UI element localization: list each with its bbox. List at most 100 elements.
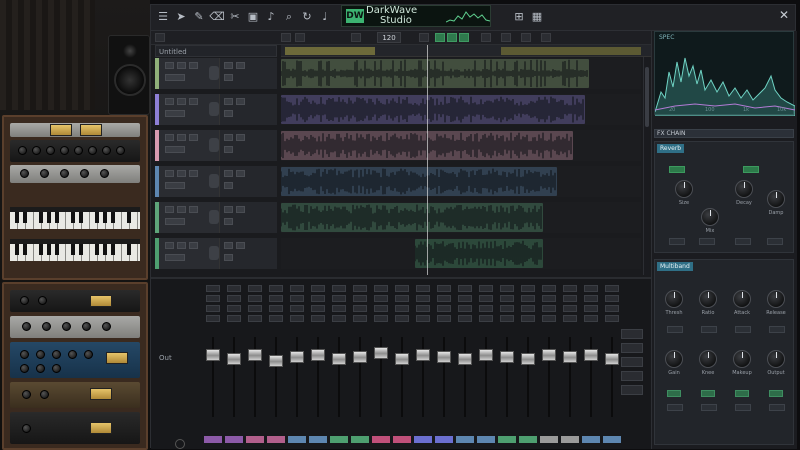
track-control-button[interactable] <box>224 254 233 261</box>
loop-region[interactable] <box>285 47 375 55</box>
mixer-insert-slot[interactable] <box>437 305 451 312</box>
mixer-insert-slot[interactable] <box>332 315 346 322</box>
eraser-icon[interactable]: ⌫ <box>209 9 225 25</box>
fx-button[interactable] <box>735 326 751 333</box>
mixer-insert-slot[interactable] <box>332 295 346 302</box>
mixer-side-button[interactable] <box>621 329 643 339</box>
fx-chain-header[interactable]: FX CHAIN <box>654 129 794 138</box>
mb-release-knob[interactable] <box>767 290 785 308</box>
mixer-insert-slot[interactable] <box>227 315 241 322</box>
mixer-insert-slot[interactable] <box>269 295 283 302</box>
fx-reverb-title[interactable]: Reverb <box>657 144 685 153</box>
channel-color-tab[interactable] <box>414 436 432 443</box>
channel-color-tab[interactable] <box>561 436 579 443</box>
channel-fader[interactable] <box>542 349 556 361</box>
fx-button[interactable] <box>769 404 785 411</box>
mixer-insert-slot[interactable] <box>437 295 451 302</box>
channel-fader[interactable] <box>416 349 430 361</box>
track-control-button[interactable] <box>224 146 233 153</box>
mixer-insert-slot[interactable] <box>437 285 451 292</box>
mixer-insert-slot[interactable] <box>353 285 367 292</box>
mixer-insert-slot[interactable] <box>605 315 619 322</box>
mixer-insert-slot[interactable] <box>248 305 262 312</box>
channel-color-tab[interactable] <box>540 436 558 443</box>
reverb-mix-knob[interactable] <box>701 208 719 226</box>
mixer-insert-slot[interactable] <box>605 295 619 302</box>
track-control-button[interactable] <box>224 74 233 81</box>
mixer-insert-slot[interactable] <box>542 305 556 312</box>
track-pan-knob[interactable] <box>209 138 219 152</box>
channel-color-tab[interactable] <box>351 436 369 443</box>
loop-icon[interactable]: ↻ <box>299 9 315 25</box>
channel-fader[interactable] <box>353 351 367 363</box>
fx-button[interactable] <box>769 326 785 333</box>
track-control-button[interactable] <box>165 110 185 117</box>
mixer-insert-slot[interactable] <box>248 315 262 322</box>
mixer-insert-slot[interactable] <box>542 315 556 322</box>
arrow-icon[interactable]: ➤ <box>173 9 189 25</box>
fx-green-button[interactable] <box>701 390 715 397</box>
channel-color-tab[interactable] <box>246 436 264 443</box>
track-lane[interactable] <box>281 94 641 125</box>
track-pan-knob[interactable] <box>209 102 219 116</box>
mixer-insert-slot[interactable] <box>563 305 577 312</box>
channel-color-tab[interactable] <box>225 436 243 443</box>
channel-color-tab[interactable] <box>498 436 516 443</box>
track-control-button[interactable] <box>224 62 233 69</box>
fx-toggle[interactable] <box>669 166 685 173</box>
track-control-button[interactable] <box>177 62 186 69</box>
mixer-insert-slot[interactable] <box>479 315 493 322</box>
track-control-button[interactable] <box>189 170 198 177</box>
mixer-insert-slot[interactable] <box>521 285 535 292</box>
audio-clip[interactable] <box>415 239 543 268</box>
sub-button[interactable] <box>541 33 551 42</box>
mixer-insert-slot[interactable] <box>521 305 535 312</box>
fx-button[interactable] <box>667 404 683 411</box>
channel-color-tab[interactable] <box>204 436 222 443</box>
fx-button[interactable] <box>701 326 717 333</box>
mb-output-knob[interactable] <box>767 350 785 368</box>
track-header-ext[interactable] <box>219 130 277 161</box>
mixer-side-button[interactable] <box>621 343 643 353</box>
master-knob[interactable] <box>175 439 185 449</box>
sub-button[interactable] <box>481 33 491 42</box>
channel-fader[interactable] <box>437 351 451 363</box>
track-control-button[interactable] <box>236 170 245 177</box>
mixer-insert-slot[interactable] <box>416 285 430 292</box>
mute-tool-icon[interactable]: ♪ <box>263 9 279 25</box>
close-icon[interactable]: ✕ <box>779 8 789 22</box>
track-control-button[interactable] <box>224 182 233 189</box>
track-pan-knob[interactable] <box>209 246 219 260</box>
mb-thresh-knob[interactable] <box>665 290 683 308</box>
mixer-insert-slot[interactable] <box>563 315 577 322</box>
play-button[interactable] <box>447 33 457 42</box>
mixer-side-button[interactable] <box>621 371 643 381</box>
mb-ratio-knob[interactable] <box>699 290 717 308</box>
mixer-insert-slot[interactable] <box>563 295 577 302</box>
track-control-button[interactable] <box>236 134 245 141</box>
channel-fader[interactable] <box>605 353 619 365</box>
loop-button[interactable] <box>459 33 469 42</box>
mixer-insert-slot[interactable] <box>206 295 220 302</box>
fx-green-button[interactable] <box>667 390 681 397</box>
track-header[interactable] <box>155 238 219 269</box>
audio-clip[interactable] <box>281 95 585 124</box>
mixer-side-button[interactable] <box>621 385 643 395</box>
mixer-insert-slot[interactable] <box>479 305 493 312</box>
mixer-insert-slot[interactable] <box>290 295 304 302</box>
mixer-insert-slot[interactable] <box>521 315 535 322</box>
audio-clip[interactable] <box>281 59 589 88</box>
track-control-button[interactable] <box>165 206 174 213</box>
mixer-insert-slot[interactable] <box>311 295 325 302</box>
mixer-insert-slot[interactable] <box>374 285 388 292</box>
track-control-button[interactable] <box>177 242 186 249</box>
mixer-insert-slot[interactable] <box>374 315 388 322</box>
track-control-button[interactable] <box>224 242 233 249</box>
sub-button[interactable] <box>501 33 511 42</box>
track-control-button[interactable] <box>236 98 245 105</box>
channel-fader[interactable] <box>248 349 262 361</box>
track-control-button[interactable] <box>189 62 198 69</box>
fx-button[interactable] <box>767 238 783 245</box>
mixer-insert-slot[interactable] <box>206 315 220 322</box>
track-header-ext[interactable] <box>219 238 277 269</box>
